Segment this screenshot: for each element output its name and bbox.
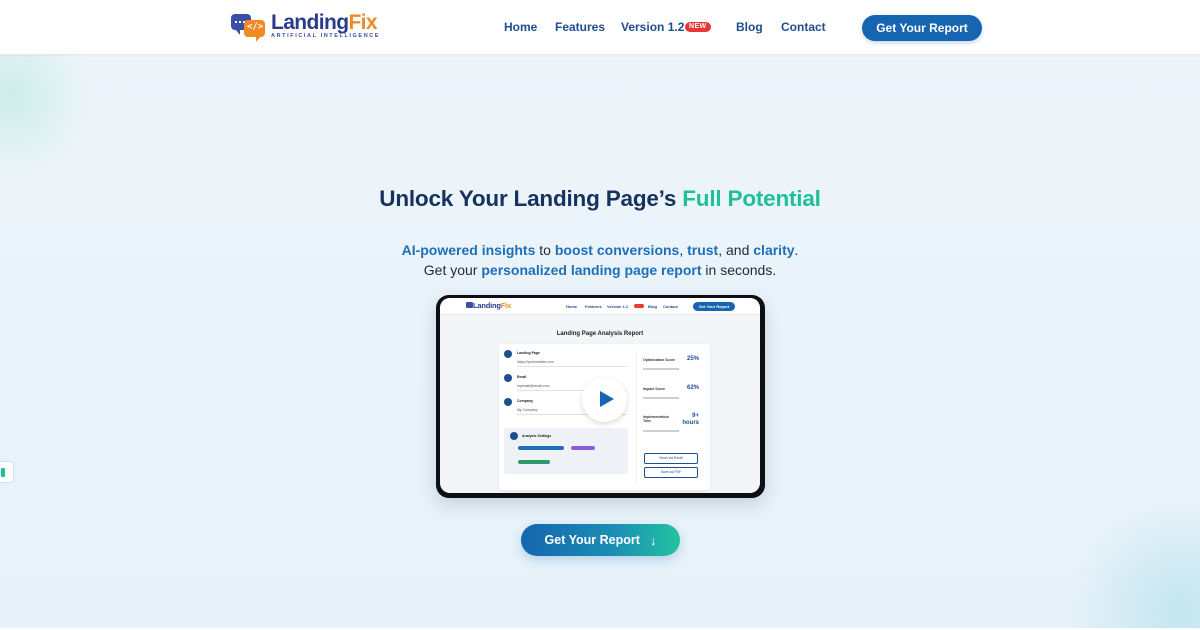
nav-link-version[interactable]: Version 1.2 xyxy=(621,20,684,34)
preview-send-email-button: Send via Email xyxy=(644,453,698,464)
top-navigation-bar: </> LandingFix ARTIFICIAL INTELLIGENCE H… xyxy=(0,0,1200,55)
preview-logo: LandingFix xyxy=(473,301,512,310)
preview-cta: Get Your Report xyxy=(693,302,735,311)
preview-logo-icon xyxy=(466,302,473,308)
preview-nav-link: Home xyxy=(566,304,578,309)
preview-nav-link: Blog xyxy=(648,304,657,309)
nav-link-contact[interactable]: Contact xyxy=(781,20,826,34)
preview-analysis-settings: Analysis Settings xyxy=(504,428,628,474)
main-menu: Home Features Version 1.2 NEW Blog Conta… xyxy=(0,20,1200,36)
nav-link-blog[interactable]: Blog xyxy=(736,20,763,34)
preview-nav-link: Features xyxy=(585,304,602,309)
hero-title-accent: Full Potential xyxy=(682,186,821,211)
preview-new-badge xyxy=(634,304,644,308)
demo-video-player[interactable]: LandingFix Home Features Version 1.2 Blo… xyxy=(436,295,765,498)
nav-link-home[interactable]: Home xyxy=(504,20,537,34)
preview-navbar: LandingFix Home Features Version 1.2 Blo… xyxy=(440,298,760,315)
get-report-label: Get Your Report xyxy=(544,533,640,547)
hero-title-main: Unlock Your Landing Page’s xyxy=(379,186,677,211)
hero-subtitle: AI-powered insights to boost conversions… xyxy=(401,242,799,278)
new-badge: NEW xyxy=(685,22,711,32)
nav-link-features[interactable]: Features xyxy=(555,20,605,34)
video-screen: LandingFix Home Features Version 1.2 Blo… xyxy=(440,298,760,493)
hero-title: Unlock Your Landing Page’s Full Potentia… xyxy=(0,186,1200,212)
arrow-down-icon: ↓ xyxy=(649,532,657,548)
play-icon[interactable] xyxy=(582,377,627,422)
preview-field: Landing Page https://yourwebsite.com xyxy=(504,350,628,374)
preview-report-title: Landing Page Analysis Report xyxy=(556,331,644,337)
side-feedback-tab[interactable] xyxy=(0,461,14,483)
preview-save-pdf-button: Save as PDF xyxy=(644,467,698,478)
get-report-main-button[interactable]: Get Your Report ↓ xyxy=(521,524,680,556)
get-report-nav-button[interactable]: Get Your Report xyxy=(862,15,982,41)
preview-nav-link: Contact xyxy=(663,304,678,309)
preview-nav-link: Version 1.2 xyxy=(607,304,629,309)
